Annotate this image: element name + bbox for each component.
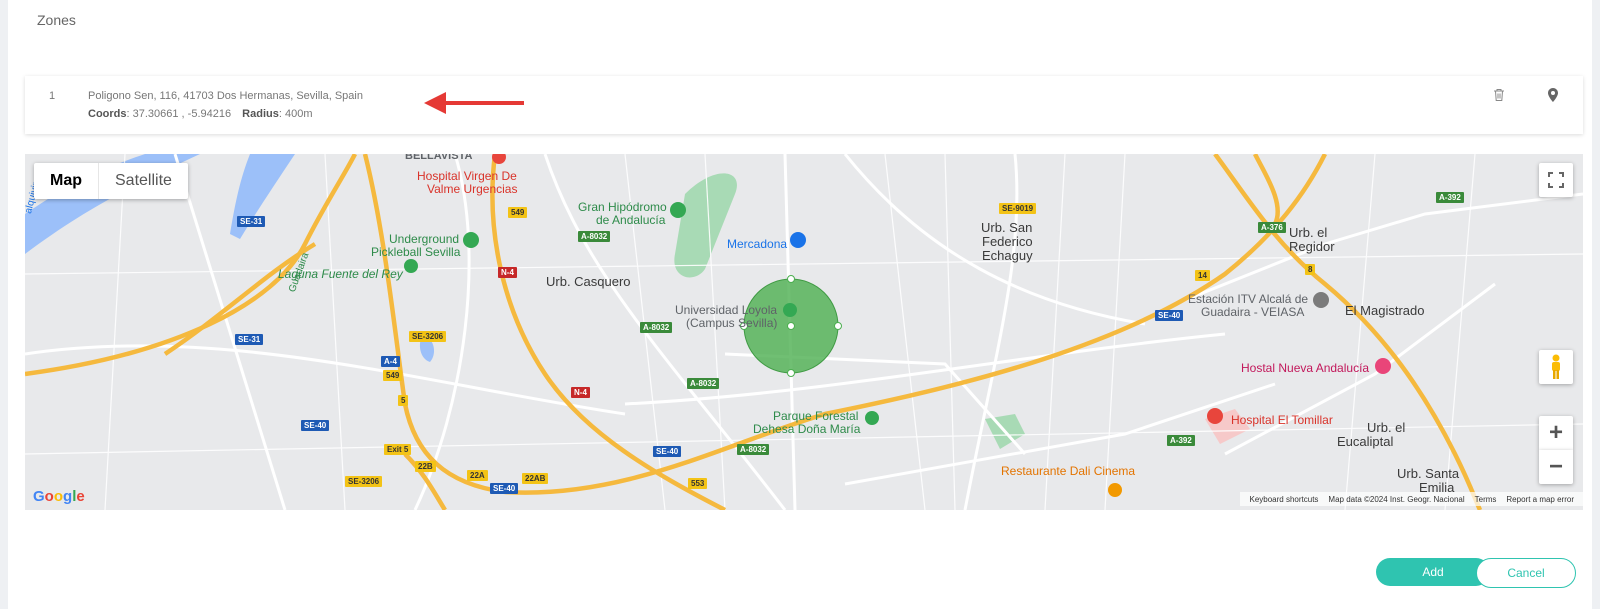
map-label-hipodromo: Gran Hipódromo: [578, 200, 667, 214]
road-badge: A-392: [1167, 435, 1195, 446]
zone-index: 1: [49, 90, 56, 102]
road-badge: A-392: [1436, 192, 1464, 203]
road-badge: 22A: [467, 470, 488, 481]
zones-page: Zones 1 Poligono Sen, 116, 41703 Dos Her…: [8, 0, 1592, 609]
coords-value: 37.30661 , -5.94216: [132, 108, 232, 120]
road-badge: 8: [1305, 264, 1316, 275]
map-label-regidor-2: Regidor: [1289, 239, 1335, 254]
zone-meta: Coords: 37.30661 , -5.94216 Radius: 400m: [88, 108, 313, 120]
road-badge: 549: [383, 370, 403, 381]
map-view[interactable]: BELLAVISTA Hospital Virgen De Valme Urge…: [25, 154, 1583, 510]
road-badge: A-8032: [737, 444, 770, 455]
fullscreen-icon: [1548, 172, 1564, 188]
zone-list-item: 1 Poligono Sen, 116, 41703 Dos Hermanas,…: [25, 76, 1583, 134]
map-label-underground: Underground: [389, 232, 460, 246]
google-logo: Google: [33, 488, 85, 505]
road-badge: SE-31: [235, 334, 264, 345]
map-label-hospital-valme: Hospital Virgen De: [417, 169, 517, 183]
map-type-satellite-button[interactable]: Satellite: [99, 163, 188, 199]
road-badge: N-4: [571, 387, 590, 398]
road-badge: 553: [688, 478, 708, 489]
map-label-parque: Parque Forestal: [773, 409, 859, 423]
road-badge: SE-9019: [999, 203, 1037, 214]
radius-label: Radius: [242, 108, 279, 120]
pegman-icon: [1552, 354, 1560, 379]
map-label-eucaliptal: Urb. el: [1367, 420, 1406, 435]
zone-address: Poligono Sen, 116, 41703 Dos Hermanas, S…: [88, 90, 363, 102]
road-badge: SE-3206: [409, 331, 447, 342]
road-badge: Exit 5: [384, 444, 412, 455]
map-label-parque-2: Dehesa Doña María: [753, 422, 861, 436]
map-base-tiles: [25, 154, 1583, 510]
map-type-control: Map Satellite: [34, 163, 188, 199]
map-label-san-federico-2: Federico: [982, 234, 1033, 249]
map-label-bellavista: BELLAVISTA: [405, 154, 473, 162]
map-data-text: Map data ©2024 Inst. Geogr. Nacional: [1328, 494, 1465, 504]
road-badge: A-376: [1258, 222, 1286, 233]
map-label-hipodromo-2: de Andalucía: [596, 213, 666, 227]
map-label-itv: Estación ITV Alcalá de: [1188, 292, 1309, 306]
map-label-san-federico: Urb. San: [981, 220, 1033, 235]
road-badge: A-8032: [687, 378, 720, 389]
map-label-mercadona: Mercadona: [727, 237, 788, 251]
map-label-casquero: Urb. Casquero: [546, 274, 631, 289]
road-badge: SE-40: [301, 420, 330, 431]
map-label-pickleball: Pickleball Sevilla: [371, 245, 461, 259]
radius-value: 400m: [284, 108, 313, 120]
road-badge: N-4: [498, 267, 517, 278]
road-badge: A-8032: [578, 231, 611, 242]
minus-icon: −: [1548, 453, 1563, 480]
map-pin-icon[interactable]: [1548, 88, 1564, 104]
road-badge: SE-3206: [345, 476, 383, 487]
trash-icon[interactable]: [1493, 88, 1509, 104]
cancel-button[interactable]: Cancel: [1476, 558, 1576, 588]
keyboard-shortcuts-link[interactable]: Keyboard shortcuts: [1249, 495, 1318, 504]
road-badge: 22B: [415, 461, 436, 472]
map-label-regidor: Urb. el: [1289, 225, 1328, 240]
map-label-magistrado: El Magistrado: [1345, 303, 1425, 318]
map-label-hostal: Hostal Nueva Andalucía: [1241, 361, 1370, 375]
map-label-loyola-2: (Campus Sevilla): [686, 316, 778, 330]
road-badge: A-4: [381, 356, 400, 367]
map-label-eucaliptal-2: Eucaliptal: [1337, 434, 1394, 449]
map-label-san-federico-3: Echaguy: [982, 248, 1033, 263]
road-badge: 22AB: [522, 473, 549, 484]
zoom-in-button[interactable]: +: [1539, 416, 1573, 450]
zoom-out-button[interactable]: −: [1539, 450, 1573, 484]
map-label-loyola: Universidad Loyola: [675, 303, 778, 317]
road-badge: SE-31: [237, 216, 266, 227]
terms-link[interactable]: Terms: [1475, 495, 1497, 504]
coords-label: Coords: [88, 108, 127, 120]
add-button[interactable]: Add: [1376, 558, 1490, 586]
street-view-pegman[interactable]: [1539, 350, 1573, 384]
road-badge: 549: [508, 207, 528, 218]
report-map-error-link[interactable]: Report a map error: [1506, 495, 1574, 504]
plus-icon: +: [1548, 419, 1563, 446]
map-label-tomillar: Hospital El Tomillar: [1231, 413, 1333, 427]
road-badge: 5: [398, 395, 409, 406]
red-arrow-icon: [424, 92, 524, 114]
road-badge: SE-40: [1155, 310, 1184, 321]
map-attribution-bar: Keyboard shortcuts Map data ©2024 Inst. …: [1240, 492, 1583, 506]
map-label-hospital-valme-2: Valme Urgencias: [427, 182, 518, 196]
road-badge: 14: [1195, 270, 1210, 281]
map-label-santa-emilia: Urb. Santa: [1397, 466, 1460, 481]
road-badge: SE-40: [653, 446, 682, 457]
road-badge: SE-40: [490, 483, 519, 494]
map-type-map-button[interactable]: Map: [34, 163, 99, 199]
road-badge: A-8032: [640, 322, 673, 333]
fullscreen-button[interactable]: [1539, 163, 1573, 197]
page-title: Zones: [37, 12, 76, 28]
map-label-restaurante: Restaurante Dali Cinema: [1001, 464, 1136, 478]
map-label-itv-2: Guadaira - VEIASA: [1201, 305, 1305, 319]
